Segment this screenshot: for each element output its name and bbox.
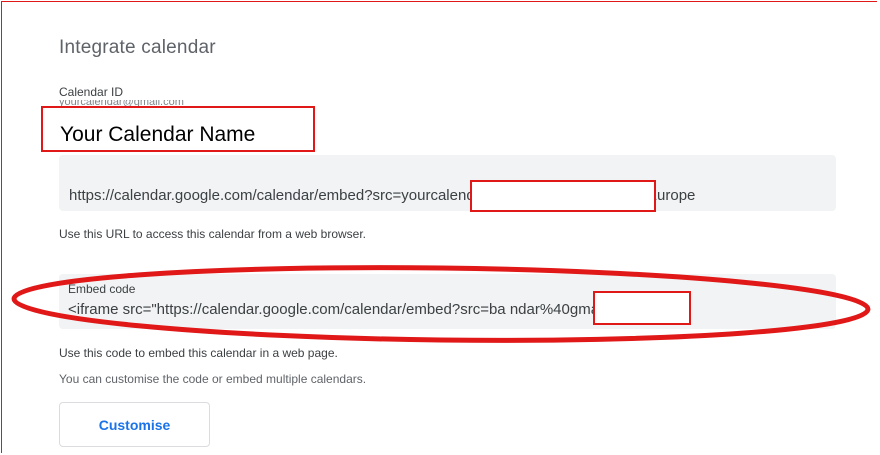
public-url-help: Use this URL to access this calendar fro… (59, 227, 367, 241)
calendar-id-label: Calendar ID (59, 85, 124, 99)
redaction-box-embed (593, 291, 691, 325)
embed-code-field[interactable]: Embed code <iframe src="https://calendar… (59, 274, 836, 329)
redaction-box-url (470, 180, 656, 212)
section-title: Integrate calendar (59, 37, 216, 58)
calendar-name-annotation: Your Calendar Name (41, 106, 315, 152)
embed-code-help: Use this code to embed this calendar in … (59, 346, 338, 360)
embed-code-text: <iframe src="https://calendar.google.com… (68, 301, 639, 318)
embed-code-help-2: You can customise the code or embed mult… (59, 372, 367, 386)
embed-code-label: Embed code (68, 282, 136, 296)
customise-button[interactable]: Customise (59, 402, 210, 447)
public-url-field[interactable]: https://calendar.google.com/calendar/emb… (59, 155, 836, 211)
